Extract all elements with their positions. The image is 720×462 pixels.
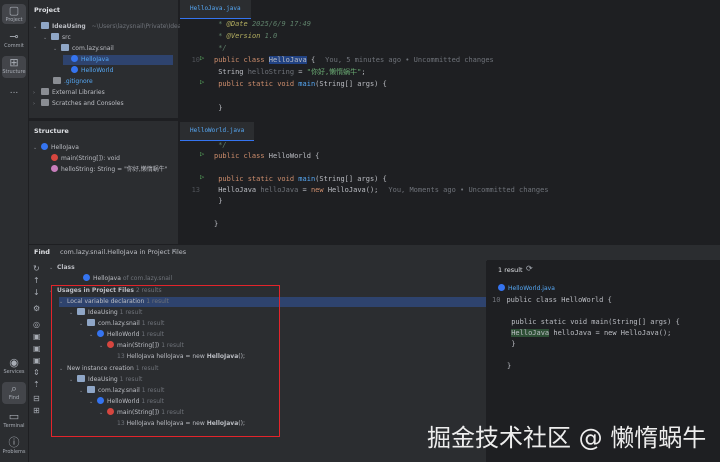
- run-icon[interactable]: ▷: [200, 150, 204, 158]
- chevron-down-icon: ⌄: [33, 24, 38, 30]
- find-tool-button[interactable]: ⌕ Find: [2, 382, 26, 404]
- gear-icon[interactable]: ⚙: [33, 304, 40, 313]
- tree-item-helloworld[interactable]: HelloWorld: [71, 66, 113, 76]
- structure-item-method[interactable]: main(String[]): void: [51, 154, 120, 164]
- preview-line: 10 public class HelloWorld {: [492, 296, 612, 304]
- find-tab[interactable]: com.lazy.snail.HelloJava in Project File…: [60, 248, 186, 256]
- watermark: 掘金技术社区 @ 懒惰蜗牛: [427, 424, 707, 452]
- chevron-down-icon: ⌄: [49, 265, 54, 271]
- code-line: * @Version 1.0: [214, 32, 278, 40]
- preview-result-count: 1 result: [498, 266, 523, 274]
- arrow-up-icon[interactable]: ↑: [33, 276, 40, 285]
- scratches-icon: [41, 99, 49, 106]
- chevron-down-icon: ⌄: [33, 145, 38, 151]
- method-icon: [51, 154, 58, 161]
- terminal-tool-button[interactable]: ▭ Terminal: [2, 410, 26, 430]
- run-icon[interactable]: ▷: [200, 173, 204, 181]
- services-icon: ◉: [9, 356, 19, 369]
- code-line: */: [214, 44, 227, 52]
- expand-icon[interactable]: ⇕: [33, 368, 40, 377]
- tree-item-hellojava[interactable]: HelloJava: [63, 55, 173, 65]
- find-tool-window-header: Find com.lazy.snail.HelloJava in Project…: [29, 244, 720, 261]
- folder-icon: [41, 22, 49, 29]
- result-group-class[interactable]: ⌄ Class: [49, 263, 75, 273]
- class-icon: [41, 143, 48, 150]
- editor-helloworld[interactable]: HelloWorld.java */ public class HelloWor…: [180, 122, 720, 244]
- tree-item-root[interactable]: ⌄ IdeaUsing ~\Users\lazysnail\Private\Ide…: [33, 22, 186, 32]
- find-label: Find: [34, 248, 50, 256]
- preview-line: }: [507, 362, 512, 370]
- export-icon[interactable]: ⊞: [33, 406, 40, 415]
- tree-item-src[interactable]: ⌄ src: [43, 33, 71, 43]
- commit-icon: ⊸: [9, 30, 19, 43]
- tree-item-scratches[interactable]: › Scratches and Consoles: [33, 99, 124, 109]
- problems-tool-button[interactable]: ⓘ Problems: [2, 436, 26, 456]
- folder-icon: [51, 33, 59, 40]
- rerun-icon[interactable]: ↻: [33, 264, 40, 273]
- find-toolbar: ↻ ↑ ↓ ⚙ ◎ ▣ ▣ ▣ ⇕ ⇡ ⊟ ⊞: [29, 260, 45, 462]
- package-icon: [61, 44, 69, 51]
- project-tool-button[interactable]: ▢ Project: [2, 4, 26, 24]
- module-icon[interactable]: ▣: [33, 344, 41, 353]
- class-icon: [71, 66, 78, 73]
- highlight-box: [51, 285, 280, 437]
- refresh-icon[interactable]: ⟳: [526, 264, 533, 273]
- chevron-down-icon: ⌄: [43, 35, 48, 41]
- code-line-main: public static void main(String[] args) {: [214, 80, 387, 88]
- class-icon: [71, 55, 78, 62]
- commit-tool-button[interactable]: ⊸ Commit: [2, 30, 26, 50]
- group-icon[interactable]: ▣: [33, 332, 41, 341]
- terminal-icon: ▭: [8, 410, 20, 423]
- search-icon: ⌕: [10, 382, 18, 395]
- field-icon: [51, 165, 58, 172]
- package-group-icon[interactable]: ▣: [33, 356, 41, 365]
- chevron-down-icon: ⌄: [53, 46, 58, 52]
- code-line: * @Date 2025/6/9 17:49: [214, 20, 311, 28]
- structure-panel-title: Structure: [34, 127, 69, 135]
- result-class-item[interactable]: HelloJava of com.lazy.snail: [83, 274, 172, 284]
- preview-file: HelloWorld.java: [498, 284, 555, 292]
- tool-window-strip: ▢ Project ⊸ Commit ⊞ Structure ... ◉ Service…: [0, 0, 29, 462]
- structure-icon: ⊞: [9, 56, 19, 69]
- project-panel: Project ⌄ IdeaUsing ~\Users\lazysnail\Pri…: [29, 0, 186, 118]
- run-icon[interactable]: ▷: [200, 54, 204, 62]
- collapse-icon[interactable]: ⇡: [33, 380, 40, 389]
- code-line: }: [214, 104, 223, 112]
- eye-icon[interactable]: ◎: [33, 320, 40, 329]
- file-icon: [53, 77, 61, 84]
- code-line: }: [214, 197, 223, 205]
- preview-line-usage: HelloJava helloJava = new HelloJava();: [511, 329, 672, 337]
- class-icon: [498, 284, 505, 291]
- code-line-usage: 13 HelloJava helloJava = new HelloJava()…: [191, 186, 549, 194]
- project-panel-title: Project: [34, 6, 61, 14]
- tree-item-external-libraries[interactable]: › External Libraries: [33, 88, 105, 98]
- chevron-right-icon: ›: [33, 90, 35, 96]
- code-line-class: 10 public class HelloJava {You, 5 minutes…: [191, 56, 494, 64]
- structure-tool-button[interactable]: ⊞ Structure: [2, 56, 26, 78]
- tree-item-package[interactable]: ⌄ com.lazy.snail: [53, 44, 114, 54]
- problems-icon: ⓘ: [8, 436, 20, 449]
- chevron-right-icon: ›: [33, 101, 35, 107]
- code-line: }: [214, 220, 219, 228]
- library-icon: [41, 88, 49, 95]
- editor-hellojava[interactable]: HelloJava.java * @Date 2025/6/9 17:49 * …: [180, 0, 720, 120]
- close-icon[interactable]: ×: [171, 247, 177, 255]
- preview-line: }: [507, 340, 516, 348]
- arrow-down-icon[interactable]: ↓: [33, 288, 40, 297]
- structure-item-field[interactable]: helloString: String = "你好,懒惰蜗牛": [51, 165, 168, 175]
- pin-icon[interactable]: ⊟: [33, 394, 40, 403]
- more-tools-button[interactable]: ...: [2, 86, 26, 98]
- class-icon: [83, 274, 90, 281]
- structure-item-class[interactable]: ⌄ HelloJava: [33, 143, 79, 153]
- structure-panel: Structure ⌄ HelloJava main(String[]): voi…: [29, 120, 178, 245]
- code-line: String helloString = "你好,懒惰蜗牛";: [214, 68, 366, 76]
- folder-icon: ▢: [8, 4, 20, 17]
- services-tool-button[interactable]: ◉ Services: [2, 356, 26, 376]
- run-icon[interactable]: ▷: [200, 78, 204, 86]
- tree-item-gitignore[interactable]: .gitignore: [53, 77, 93, 87]
- tab-hellojava[interactable]: HelloJava.java: [180, 0, 251, 19]
